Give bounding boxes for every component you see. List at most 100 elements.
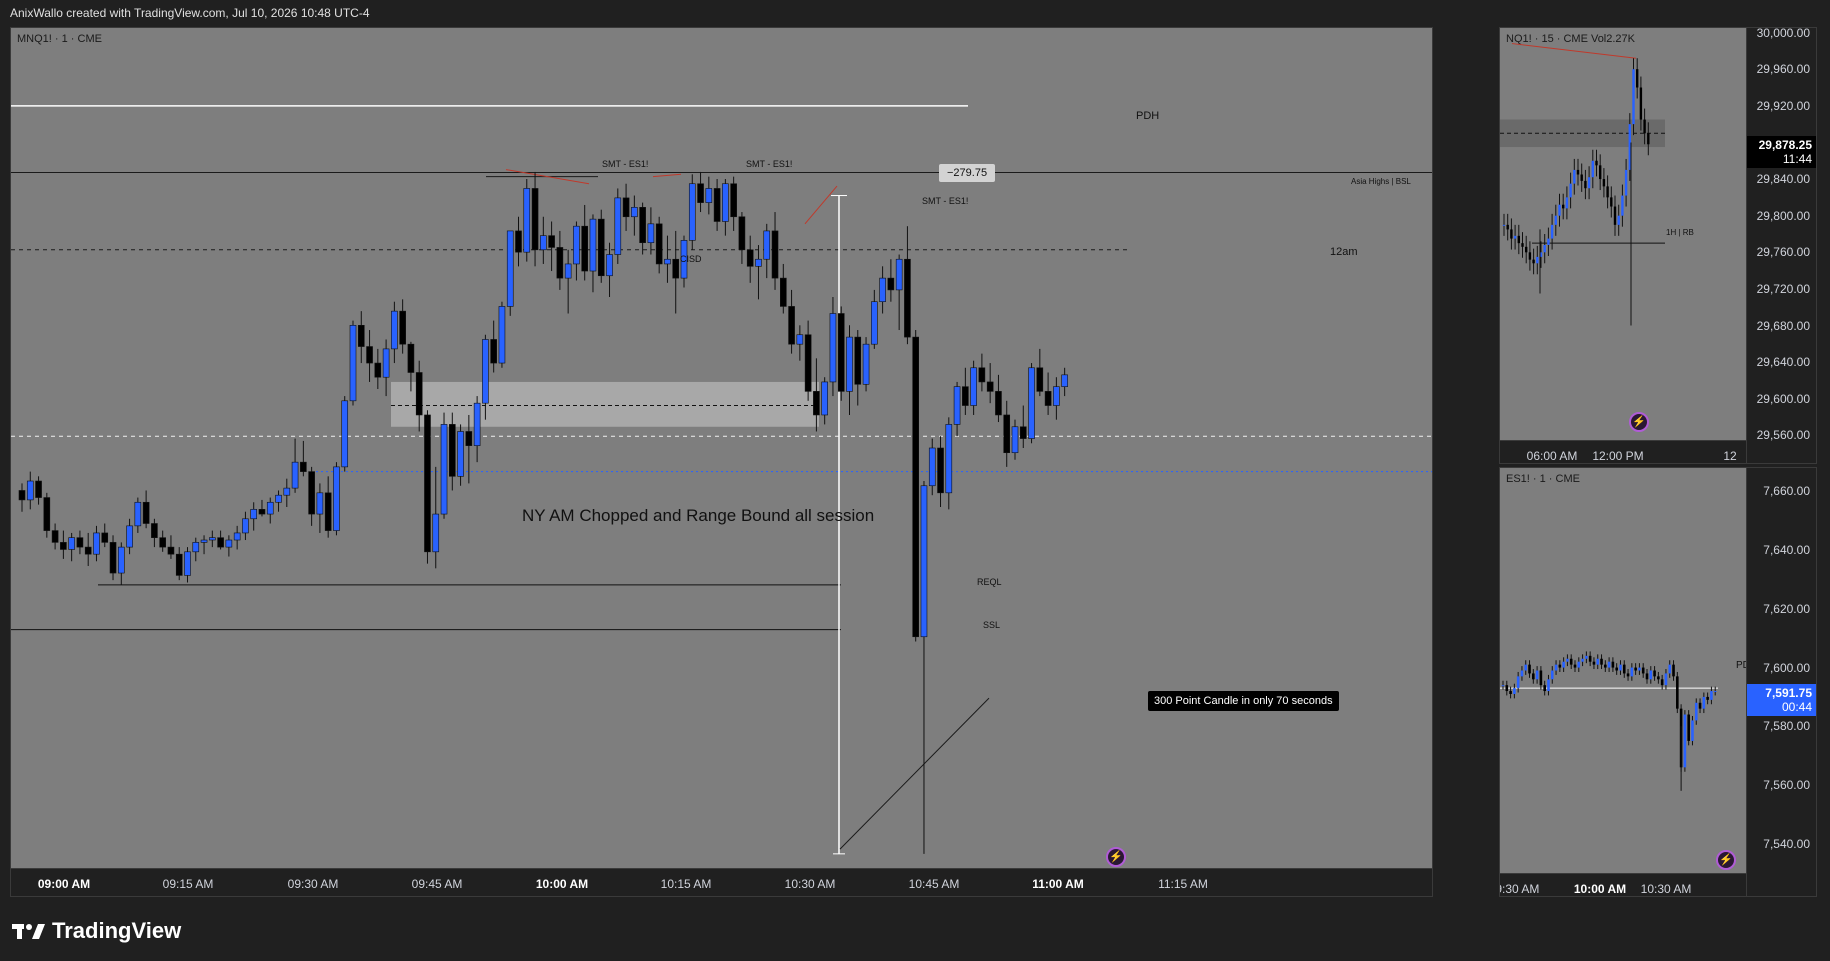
price-tag-value: 29,878.25: [1758, 138, 1812, 153]
price-axis-label: 29,600.00: [1756, 391, 1810, 406]
lightning-icon[interactable]: ⚡: [1106, 847, 1126, 867]
candle-body: [465, 431, 473, 446]
nq-time-axis[interactable]: 06:00 AM 12:00 PM 12: [1500, 440, 1746, 463]
candle-body: [515, 230, 522, 253]
es-candle-body: [1520, 670, 1524, 677]
es-candle-body: [1698, 702, 1702, 709]
cisd-label: CISD: [680, 254, 702, 264]
nq-candle-body: [1502, 224, 1506, 226]
candle-body: [316, 492, 324, 515]
candle-body: [862, 343, 870, 385]
candle-body: [1028, 367, 1035, 439]
es-candle-body: [1566, 658, 1569, 662]
candle-body: [531, 188, 539, 251]
reql-label: REQL: [977, 577, 1002, 587]
price-tag: 7,591.75 00:44: [1747, 683, 1816, 716]
es-candle-body: [1535, 670, 1539, 680]
candle-body: [1011, 426, 1019, 454]
time-axis-label: 12:00 PM: [1592, 449, 1644, 463]
candle-body: [895, 258, 903, 291]
es-candle-body: [1509, 691, 1512, 694]
es-candle-body: [1569, 658, 1573, 665]
candle-body: [283, 487, 291, 496]
es-candle-body: [1600, 658, 1603, 665]
candle-body: [564, 263, 572, 279]
es-chart-panel[interactable]: ES1! · 1 · CME PD ⚡ 7,660.00 7,640.00 7,62…: [1499, 467, 1817, 897]
candle-body: [51, 530, 59, 543]
nq-candle-body: [1621, 195, 1624, 216]
es-candle-body: [1676, 676, 1679, 709]
nq-lightning-icon[interactable]: ⚡: [1629, 412, 1649, 432]
nq-candle-body: [1580, 174, 1583, 181]
tradingview-logo[interactable]: TradingView: [12, 918, 181, 944]
candle-body: [333, 466, 340, 531]
candle-body: [581, 225, 589, 272]
candle-body: [192, 542, 200, 553]
candle-body: [887, 277, 895, 291]
main-time-axis[interactable]: 09:00 AM 09:15 AM 09:30 AM 09:45 AM 10:00 AM…: [11, 868, 1432, 896]
time-axis-label: 10:00 AM: [1573, 882, 1627, 896]
candle-body: [93, 532, 100, 555]
candle-body: [821, 381, 828, 416]
candle-body: [672, 258, 680, 279]
price-axis-label: 29,840.00: [1756, 172, 1810, 187]
es-candle-body: [1645, 673, 1649, 680]
candle-body: [407, 343, 415, 373]
price-axis-label: 7,580.00: [1763, 719, 1810, 734]
price-axis-label: 29,960.00: [1756, 62, 1810, 77]
candle-body: [26, 480, 34, 501]
nq-chart-svg[interactable]: [1500, 28, 1746, 440]
es-time-axis[interactable]: 09:30 AM 10:00 AM 10:30 AM: [1500, 873, 1746, 896]
es-lightning-icon[interactable]: ⚡: [1716, 850, 1736, 870]
candle-body: [1061, 374, 1068, 387]
candle-body: [506, 230, 514, 307]
price-axis-label: 7,620.00: [1763, 601, 1810, 616]
es-candle-body: [1660, 679, 1664, 686]
candle-body: [432, 513, 440, 553]
candle-body: [159, 537, 166, 548]
main-chart-svg[interactable]: [11, 28, 1432, 868]
candle-body: [448, 424, 456, 477]
es-candle-body: [1634, 667, 1637, 671]
nq-candle-body: [1624, 169, 1628, 196]
candle-body: [722, 183, 729, 222]
candle-body: [928, 447, 936, 487]
candle-body: [341, 400, 349, 468]
nq-candle-body: [1506, 224, 1509, 230]
es-candle-body: [1573, 664, 1577, 668]
es-candle-body: [1668, 664, 1672, 674]
candle-body: [1003, 414, 1011, 454]
candle-body: [631, 207, 638, 218]
measure-tag[interactable]: −279.75: [939, 164, 996, 182]
candle-body: [258, 509, 266, 515]
price-axis-label: 7,660.00: [1763, 484, 1810, 499]
price-axis-label: 29,800.00: [1756, 208, 1810, 223]
candle-body: [60, 542, 67, 550]
main-price-axis[interactable]: 30,020.0030,000.0029,980.0029,940.0029,9…: [1432, 28, 1433, 897]
candle-body: [357, 325, 365, 347]
es-candle-body: [1539, 670, 1543, 686]
candle-body: [266, 501, 274, 515]
nq-chart-panel[interactable]: NQ1! · 15 · CME Vol2.27K 1H | RB ⚡ 30,00…: [1499, 27, 1817, 464]
main-chart-panel[interactable]: MNQ1! · 1 · CME PDH Asia Highs | BSL 12a…: [10, 27, 1433, 897]
candle-body: [779, 277, 787, 307]
candle-body: [986, 381, 994, 392]
candle-body: [68, 537, 75, 550]
price-axis-label: 7,640.00: [1763, 543, 1810, 558]
candle-body: [945, 424, 953, 494]
price-axis-label: 29,920.00: [1756, 98, 1810, 113]
nq-candle-body: [1554, 215, 1557, 225]
candle-body: [473, 402, 481, 446]
rb-label: 1H | RB: [1666, 228, 1694, 237]
es-candle-body: [1604, 664, 1607, 668]
nq-candle-body: [1547, 238, 1550, 245]
candle-body: [382, 348, 390, 378]
es-price-axis[interactable]: 7,660.00 7,640.00 7,620.00 7,600.00 7,580.00…: [1746, 468, 1816, 896]
candle-body: [35, 480, 42, 498]
callout-box[interactable]: 300 Point Candle in only 70 seconds: [1148, 691, 1339, 711]
candle-body: [349, 325, 357, 402]
es-chart-svg[interactable]: [1500, 468, 1746, 873]
nq-price-axis[interactable]: 30,000.00 29,960.00 29,920.00 29,840.00 29,8…: [1746, 28, 1816, 463]
price-axis-label: 29,720.00: [1756, 281, 1810, 296]
credit-text: AnixWallo created with TradingView.com, …: [10, 6, 370, 20]
